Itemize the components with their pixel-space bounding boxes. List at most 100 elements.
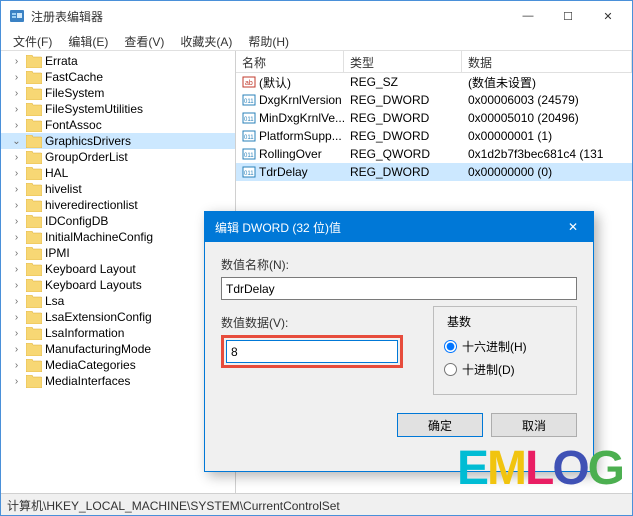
tree-item[interactable]: › IDConfigDB [1, 213, 235, 229]
expander-icon[interactable]: › [11, 216, 22, 227]
radio-dec-input[interactable] [444, 363, 457, 376]
tree-item[interactable]: › hiveredirectionlist [1, 197, 235, 213]
maximize-button[interactable]: ☐ [548, 2, 588, 30]
tree-item[interactable]: ›FastCache [1, 69, 235, 85]
base-legend: 基数 [444, 313, 474, 330]
edit-dword-dialog: 编辑 DWORD (32 位)值 ✕ 数值名称(N): 数值数据(V): 基数 … [204, 211, 594, 472]
list-row[interactable]: 011RollingOverREG_QWORD0x1d2b7f3bec681c4… [236, 145, 632, 163]
expander-icon[interactable]: › [11, 88, 22, 99]
list-row[interactable]: 011MinDxgKrnlVe...REG_DWORD0x00005010 (2… [236, 109, 632, 127]
expander-icon[interactable]: › [11, 376, 22, 387]
expander-icon[interactable]: › [11, 248, 22, 259]
tree-item[interactable]: › FileSystem [1, 85, 235, 101]
radio-dec[interactable]: 十进制(D) [444, 361, 566, 378]
titlebar: 注册表编辑器 — ☐ ✕ [1, 1, 632, 31]
tree-item[interactable]: › GroupOrderList [1, 149, 235, 165]
list-row[interactable]: 011DxgKrnlVersionREG_DWORD0x00006003 (24… [236, 91, 632, 109]
expander-icon[interactable]: › [11, 120, 22, 131]
value-data-input[interactable] [226, 340, 398, 363]
tree-label: FileSystem [45, 86, 104, 100]
expander-icon[interactable]: › [11, 264, 22, 275]
column-data[interactable]: 数据 [462, 51, 632, 72]
expander-icon[interactable]: › [11, 280, 22, 291]
radio-hex[interactable]: 十六进制(H) [444, 338, 566, 355]
tree-item[interactable]: › Keyboard Layout [1, 261, 235, 277]
list-row[interactable]: 011TdrDelayREG_DWORD0x00000000 (0) [236, 163, 632, 181]
tree-item[interactable]: ›Errata [1, 53, 235, 69]
svg-text:011: 011 [244, 171, 254, 177]
expander-icon[interactable]: › [11, 184, 22, 195]
expander-icon[interactable]: › [11, 72, 22, 83]
menu-file[interactable]: 文件(F) [5, 31, 60, 50]
tree-label: InitialMachineConfig [45, 230, 153, 244]
radio-hex-input[interactable] [444, 340, 457, 353]
tree-label: Keyboard Layout [45, 262, 136, 276]
tree-item[interactable]: ›HAL [1, 165, 235, 181]
expander-icon[interactable]: › [11, 152, 22, 163]
cancel-button[interactable]: 取消 [491, 413, 577, 437]
expander-icon[interactable]: › [11, 360, 22, 371]
tree-label: hiveredirectionlist [45, 198, 138, 212]
tree-item[interactable]: ›MediaCategories [1, 357, 235, 373]
list-row[interactable]: ab(默认)REG_SZ(数值未设置) [236, 73, 632, 91]
tree-item[interactable]: › FileSystemUtilities [1, 101, 235, 117]
dialog-title: 编辑 DWORD (32 位)值 [215, 219, 553, 236]
column-type[interactable]: 类型 [344, 51, 462, 72]
value-name-input[interactable] [221, 277, 577, 300]
cell-name: 011TdrDelay [236, 164, 344, 180]
tree-label: Keyboard Layouts [45, 278, 142, 292]
expander-icon[interactable]: › [11, 168, 22, 179]
tree-item[interactable]: ⌄ GraphicsDrivers [1, 133, 235, 149]
menu-view[interactable]: 查看(V) [116, 31, 172, 50]
expander-icon[interactable]: › [11, 56, 22, 67]
cell-type: REG_QWORD [344, 146, 462, 162]
tree-item[interactable]: ›Lsa [1, 293, 235, 309]
menu-favorites[interactable]: 收藏夹(A) [172, 31, 240, 50]
close-button[interactable]: ✕ [588, 2, 628, 30]
expander-icon[interactable]: › [11, 200, 22, 211]
cell-type: REG_DWORD [344, 128, 462, 144]
expander-icon[interactable]: › [11, 328, 22, 339]
svg-text:011: 011 [244, 153, 254, 159]
dialog-close-button[interactable]: ✕ [553, 212, 593, 242]
tree-view[interactable]: ›Errata›FastCache›FileSystem›FileSystemU… [1, 51, 236, 493]
tree-label: GraphicsDrivers [45, 134, 131, 148]
regedit-icon [9, 8, 25, 24]
menu-edit[interactable]: 编辑(E) [60, 31, 116, 50]
cell-name: ab(默认) [236, 73, 344, 92]
expander-icon[interactable]: › [11, 232, 22, 243]
tree-label: FileSystemUtilities [45, 102, 143, 116]
expander-icon[interactable]: › [11, 344, 22, 355]
expander-icon[interactable]: › [11, 312, 22, 323]
watermark-logo: EMLOG [457, 441, 623, 496]
tree-item[interactable]: › InitialMachineConfig [1, 229, 235, 245]
status-bar: 计算机\HKEY_LOCAL_MACHINE\SYSTEM\CurrentCon… [1, 493, 632, 515]
menu-help[interactable]: 帮助(H) [240, 31, 297, 50]
tree-item[interactable]: ›FontAssoc [1, 117, 235, 133]
dialog-body: 数值名称(N): 数值数据(V): 基数 十六进制(H) 十 [205, 242, 593, 451]
tree-item[interactable]: ›MediaInterfaces [1, 373, 235, 389]
dialog-titlebar[interactable]: 编辑 DWORD (32 位)值 ✕ [205, 212, 593, 242]
tree-item[interactable]: ›LsaExtensionConfig [1, 309, 235, 325]
cell-data: 0x00000001 (1) [462, 128, 632, 144]
tree-item[interactable]: ›IPMI [1, 245, 235, 261]
window-title: 注册表编辑器 [31, 8, 508, 25]
cell-data: 0x00005010 (20496) [462, 110, 632, 126]
svg-text:011: 011 [244, 135, 254, 141]
expander-icon[interactable]: ⌄ [11, 136, 22, 147]
tree-item[interactable]: ›hivelist [1, 181, 235, 197]
list-row[interactable]: 011PlatformSupp...REG_DWORD0x00000001 (1… [236, 127, 632, 145]
expander-icon[interactable]: › [11, 296, 22, 307]
tree-item[interactable]: ›ManufacturingMode [1, 341, 235, 357]
value-name-label: 数值名称(N): [221, 256, 577, 273]
tree-item[interactable]: › Keyboard Layouts [1, 277, 235, 293]
tree-label: IDConfigDB [45, 214, 108, 228]
ok-button[interactable]: 确定 [397, 413, 483, 437]
column-name[interactable]: 名称 [236, 51, 344, 72]
expander-icon[interactable]: › [11, 104, 22, 115]
tree-item[interactable]: ›LsaInformation [1, 325, 235, 341]
cell-type: REG_DWORD [344, 110, 462, 126]
minimize-button[interactable]: — [508, 2, 548, 30]
cell-type: REG_DWORD [344, 164, 462, 180]
tree-label: GroupOrderList [45, 150, 128, 164]
